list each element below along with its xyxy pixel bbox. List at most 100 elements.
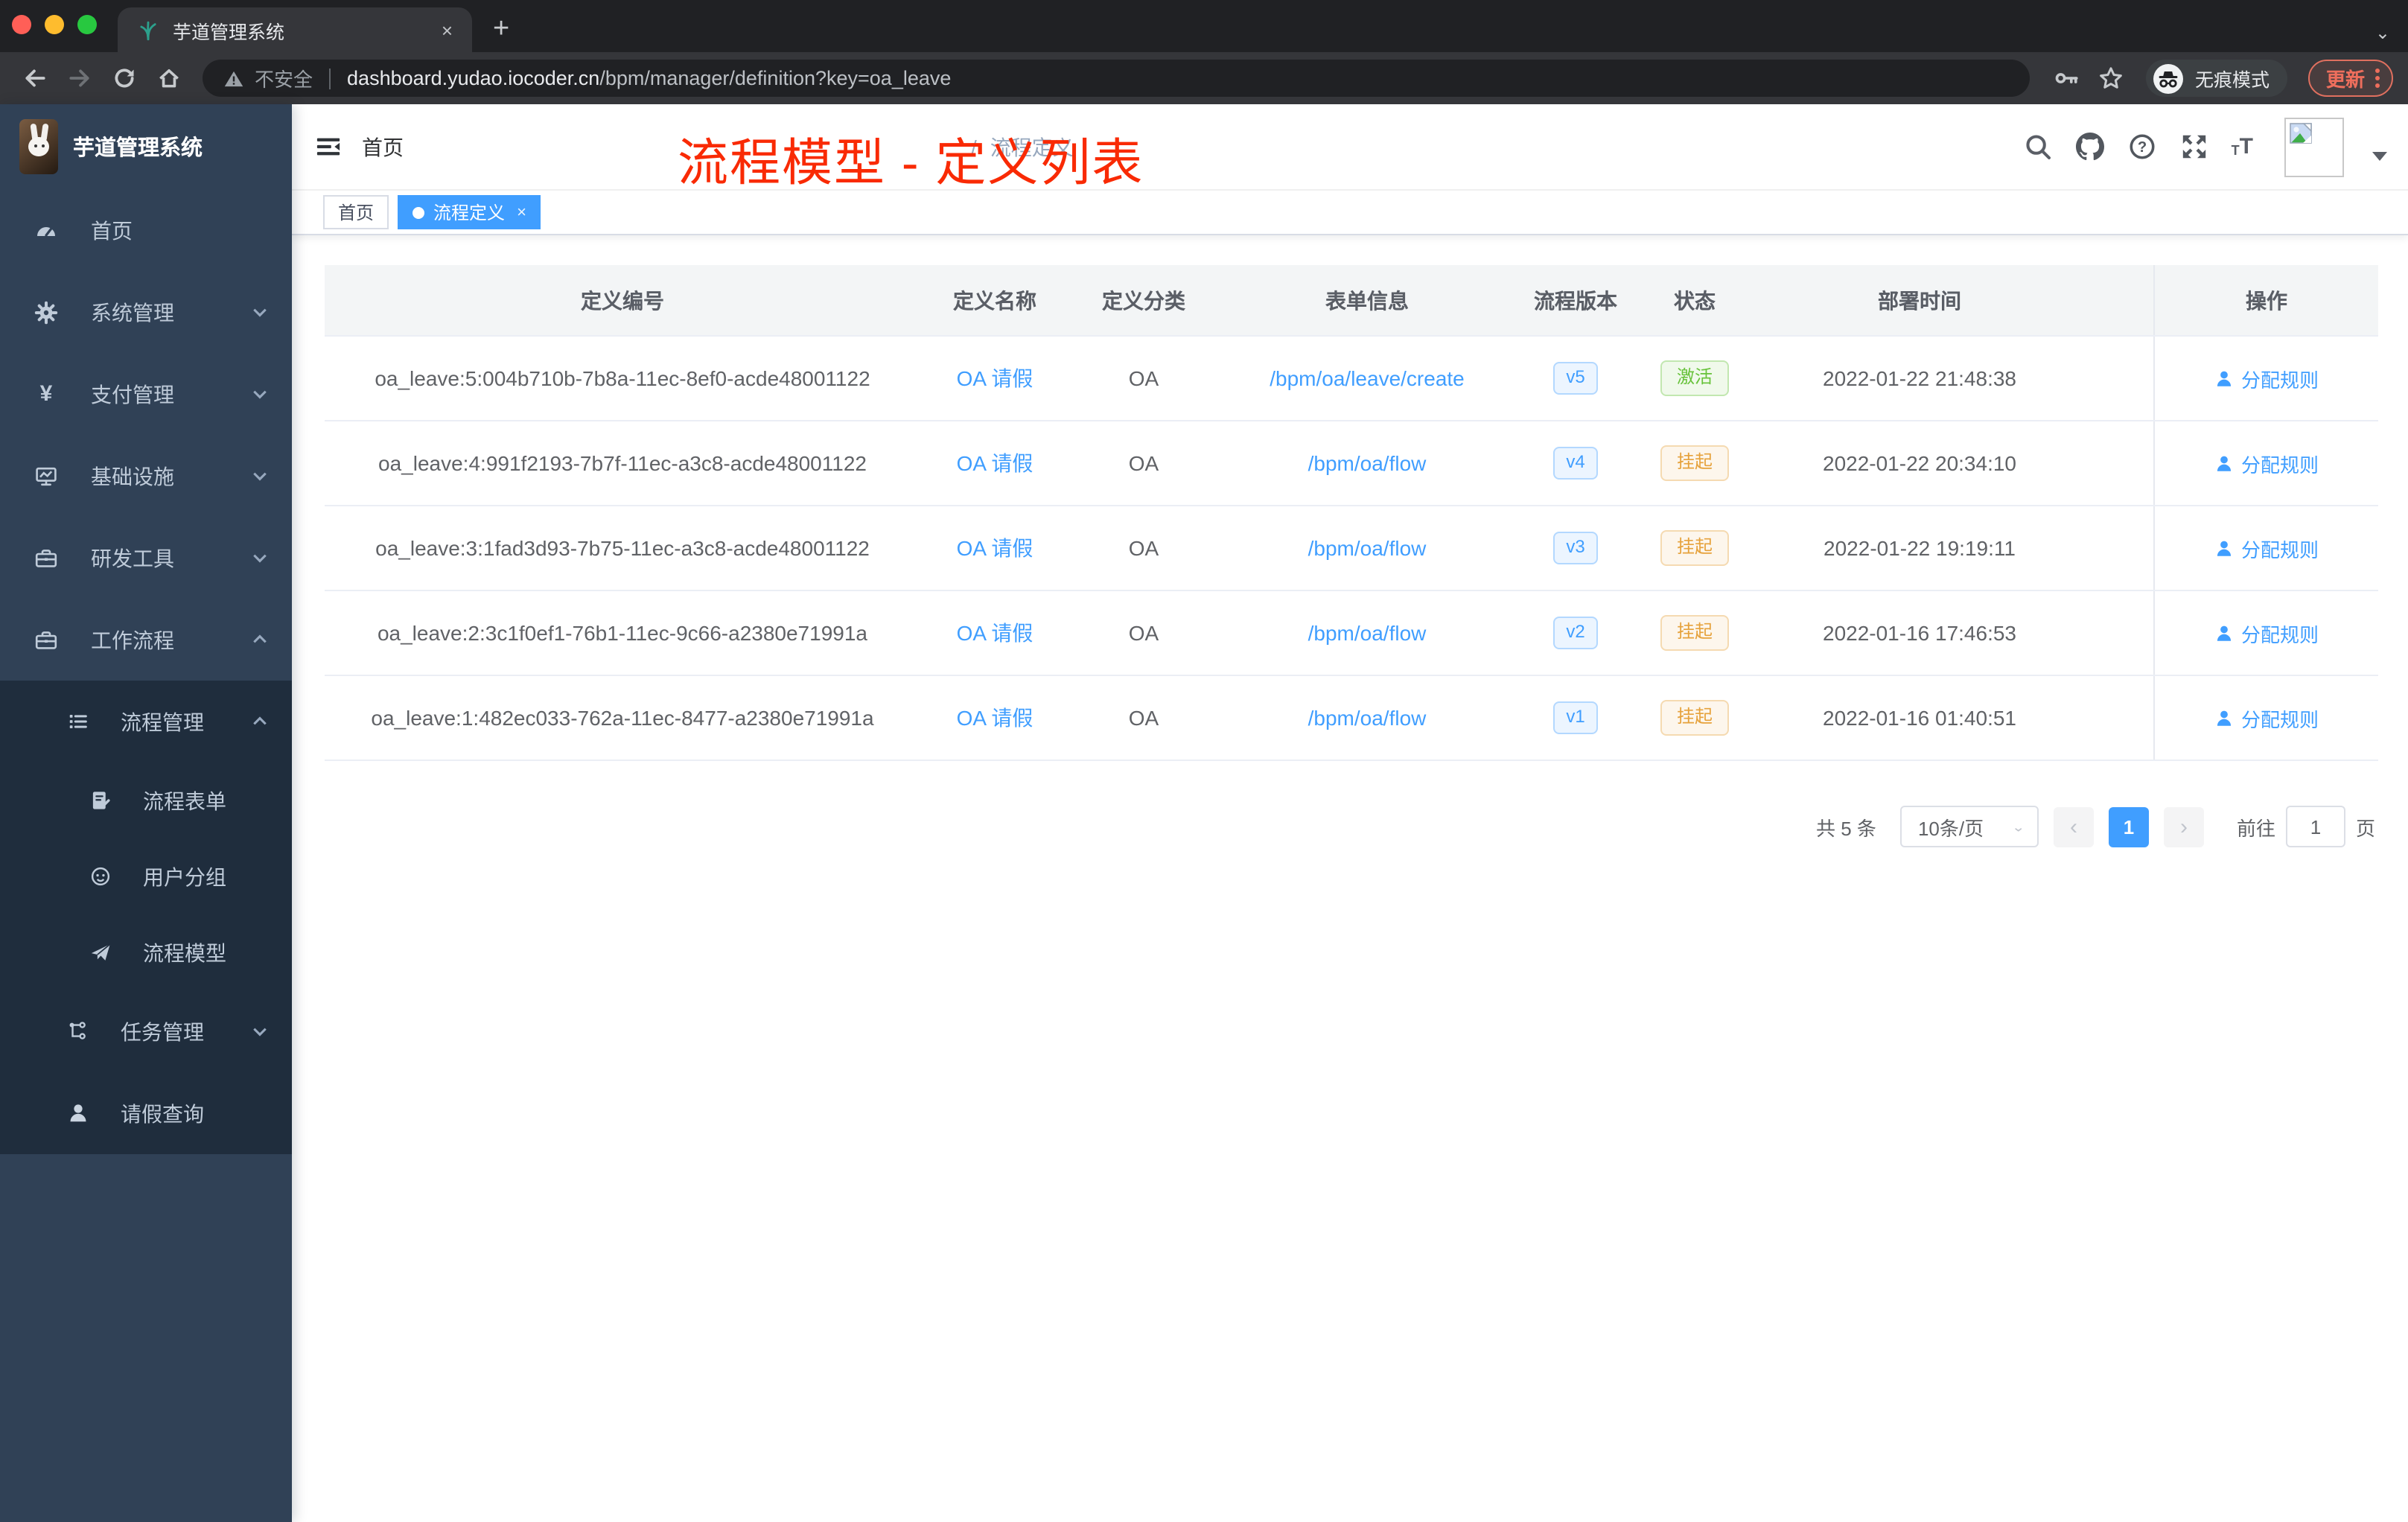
sidebar-item-devtools[interactable]: 研发工具 xyxy=(0,517,292,599)
zoom-window-button[interactable] xyxy=(77,15,97,34)
tag-home[interactable]: 首页 xyxy=(323,195,389,229)
briefcase-icon xyxy=(34,628,58,652)
form-link[interactable]: /bpm/oa/flow xyxy=(1308,536,1427,560)
tag-close-icon[interactable]: × xyxy=(517,203,526,221)
page-size-select[interactable]: 10条/页 ⌄ xyxy=(1899,806,2039,847)
column-header: 流程版本 xyxy=(1534,288,1617,312)
sidebar-submenu-workflow: 流程管理 流程表单 用户分组 流程模型 任务管理 请假查询 xyxy=(0,681,292,1154)
forward-icon[interactable] xyxy=(60,59,98,98)
breadcrumb-separator: / xyxy=(971,135,977,159)
cell-definition-id: oa_leave:5:004b710b-7b8a-11ec-8ef0-acde4… xyxy=(375,366,870,390)
cell-status: 挂起 xyxy=(1635,421,1754,505)
list-icon xyxy=(66,710,89,733)
cell-definition-id: oa_leave:2:3c1f0ef1-76b1-11ec-9c66-a2380… xyxy=(377,621,867,645)
sidebar-item-pay[interactable]: ¥ 支付管理 xyxy=(0,353,292,435)
sidebar-item-user-group[interactable]: 用户分组 xyxy=(0,838,292,914)
table-row: oa_leave:3:1fad3d93-7b75-11ec-a3c8-acde4… xyxy=(325,506,2378,591)
cell-spacer xyxy=(2085,421,2153,505)
security-label[interactable]: 不安全 xyxy=(255,64,313,92)
chevron-down-icon xyxy=(252,304,268,320)
next-page-button[interactable]: › xyxy=(2163,806,2204,847)
chevron-down-icon xyxy=(252,386,268,402)
form-link[interactable]: /bpm/oa/flow xyxy=(1308,621,1427,645)
breadcrumb-home[interactable]: 首页 xyxy=(362,132,958,162)
assign-rule-button[interactable]: 分配规则 xyxy=(2214,619,2319,647)
sidebar-item-home[interactable]: 首页 xyxy=(0,189,292,271)
browser-tab[interactable]: 芋道管理系统 × xyxy=(118,7,472,52)
assign-rule-button[interactable]: 分配规则 xyxy=(2214,364,2319,392)
sidebar-item-process-manage[interactable]: 流程管理 xyxy=(0,681,292,762)
definition-name-link[interactable]: OA 请假 xyxy=(957,703,1033,733)
sidebar-item-leave-query[interactable]: 请假查询 xyxy=(0,1072,292,1154)
close-window-button[interactable] xyxy=(12,15,31,34)
address-bar[interactable]: 不安全 dashboard.yudao.iocoder.cn/bpm/manag… xyxy=(203,60,2030,97)
hamburger-icon[interactable] xyxy=(292,104,362,189)
incognito-spy-icon xyxy=(2152,62,2185,95)
home-icon[interactable] xyxy=(149,59,188,98)
table-row: oa_leave:1:482ec033-762a-11ec-8477-a2380… xyxy=(325,676,2378,761)
font-size-icon[interactable]: TT xyxy=(2232,136,2253,158)
definition-name-link[interactable]: OA 请假 xyxy=(957,448,1033,478)
window-controls[interactable] xyxy=(12,15,97,34)
new-tab-button[interactable]: + xyxy=(493,13,509,46)
form-link[interactable]: /bpm/oa/flow xyxy=(1308,451,1427,475)
tab-close-icon[interactable]: × xyxy=(437,19,457,41)
cell-definition-id: oa_leave:1:482ec033-762a-11ec-8477-a2380… xyxy=(371,706,874,730)
page-size-value: 10条/页 xyxy=(1917,817,1984,839)
yen-icon: ¥ xyxy=(39,381,53,407)
github-icon[interactable] xyxy=(2075,132,2105,162)
tab-search-chevron-icon[interactable]: ⌄ xyxy=(2375,22,2390,43)
sidebar-item-process-model[interactable]: 流程模型 xyxy=(0,914,292,990)
sidebar-item-task-manage[interactable]: 任务管理 xyxy=(0,990,292,1072)
search-icon[interactable] xyxy=(2023,132,2053,162)
cell-form-info: /bpm/oa/leave/create xyxy=(1218,337,1516,420)
definition-name-link[interactable]: OA 请假 xyxy=(957,533,1033,563)
sidebar-item-system[interactable]: 系统管理 xyxy=(0,271,292,353)
column-header: 定义编号 xyxy=(581,288,664,312)
sidebar-item-infra[interactable]: 基础设施 xyxy=(0,435,292,517)
fullscreen-icon[interactable] xyxy=(2179,132,2209,162)
chevron-down-icon xyxy=(252,550,268,566)
tab-title: 芋道管理系统 xyxy=(173,22,285,42)
tag-process-definition[interactable]: 流程定义 × xyxy=(398,195,541,229)
sidebar-item-label: 基础设施 xyxy=(91,464,174,488)
definition-name-link[interactable]: OA 请假 xyxy=(957,618,1033,648)
column-header: 部署时间 xyxy=(1878,288,1961,312)
goto-unit: 页 xyxy=(2355,817,2375,839)
current-page-button[interactable]: 1 xyxy=(2108,806,2149,847)
password-key-icon[interactable] xyxy=(2048,59,2086,98)
form-link[interactable]: /bpm/oa/leave/create xyxy=(1270,366,1465,390)
sidebar-logo[interactable]: 芋道管理系统 xyxy=(0,104,292,189)
sidebar-item-label: 任务管理 xyxy=(121,1019,204,1043)
sidebar-item-workflow[interactable]: 工作流程 xyxy=(0,599,292,681)
cell-actions: 分配规则 xyxy=(2153,676,2378,760)
definition-name-link[interactable]: OA 请假 xyxy=(957,363,1033,393)
cell-status: 挂起 xyxy=(1635,591,1754,675)
favicon-plant-icon xyxy=(136,18,159,42)
help-icon[interactable]: ? xyxy=(2127,132,2157,162)
prev-page-button[interactable]: ‹ xyxy=(2053,806,2094,847)
cell-deploy-time: 2022-01-16 17:46:53 xyxy=(1823,621,2016,645)
url-path: /bpm/manager/definition?key=oa_leave xyxy=(599,67,952,89)
assign-rule-button[interactable]: 分配规则 xyxy=(2214,704,2319,732)
bookmark-star-icon[interactable] xyxy=(2092,59,2131,98)
reload-icon[interactable] xyxy=(104,59,143,98)
select-chevron-icon: ⌄ xyxy=(2011,820,2025,835)
table-row: oa_leave:4:991f2193-7b7f-11ec-a3c8-acde4… xyxy=(325,421,2378,506)
url-text[interactable]: dashboard.yudao.iocoder.cn/bpm/manager/d… xyxy=(347,67,951,89)
sidebar-item-process-form[interactable]: 流程表单 xyxy=(0,762,292,838)
minimize-window-button[interactable] xyxy=(45,15,64,34)
caret-down-icon[interactable] xyxy=(2372,151,2387,160)
cell-status: 挂起 xyxy=(1635,676,1754,760)
avatar[interactable] xyxy=(2284,117,2344,176)
goto-page-input[interactable]: 1 xyxy=(2285,806,2345,847)
sidebar-item-label: 流程表单 xyxy=(143,789,226,812)
back-icon[interactable] xyxy=(15,59,54,98)
assign-rule-button[interactable]: 分配规则 xyxy=(2214,534,2319,562)
form-link[interactable]: /bpm/oa/flow xyxy=(1308,706,1427,730)
cell-deploy-time: 2022-01-16 01:40:51 xyxy=(1823,706,2016,730)
update-button[interactable]: 更新 xyxy=(2307,60,2393,97)
browser-menu-icon[interactable] xyxy=(2375,69,2380,88)
cell-form-info: /bpm/oa/flow xyxy=(1218,676,1516,760)
assign-rule-button[interactable]: 分配规则 xyxy=(2214,449,2319,477)
